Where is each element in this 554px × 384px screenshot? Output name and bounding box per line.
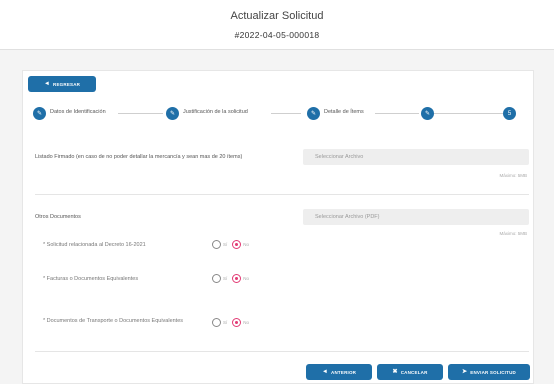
listado-file-input[interactable]: Seleccionar Archivo [303, 149, 529, 165]
question-decreto-label: * Solicitud relacionada al Decreto 16-20… [43, 242, 146, 248]
radio-no-label: No [243, 242, 250, 247]
close-icon: ✖ [392, 369, 398, 375]
submit-button[interactable]: ➤ ENVIAR SOLICITUD [448, 364, 530, 380]
previous-button-label: ANTERIOR [331, 369, 357, 375]
question-transporte-label: * Documentos de Transporte o Documentos … [43, 318, 184, 324]
radio-si[interactable] [212, 240, 221, 249]
radio-si-label: Sí [223, 320, 228, 325]
radio-si[interactable] [212, 274, 221, 283]
step-2-pencil-icon[interactable]: ✎ [166, 107, 179, 120]
send-icon: ➤ [462, 369, 468, 375]
radio-no[interactable] [232, 274, 242, 283]
radio-no-label: No [243, 276, 250, 281]
cancel-button-label: CANCELAR [400, 369, 428, 375]
section-divider [35, 194, 529, 195]
arrow-left-icon: ◄ [321, 369, 329, 375]
submit-button-label: ENVIAR SOLICITUD [470, 369, 516, 375]
arrow-left-icon: ◄ [43, 81, 51, 87]
listado-label: Listado Firmado (en caso de no poder det… [35, 154, 243, 160]
step-3-pencil-icon[interactable]: ✎ [307, 107, 320, 120]
radio-no-label: No [243, 320, 250, 325]
step-1-pencil-icon[interactable]: ✎ [33, 107, 46, 120]
stepper-connector [375, 113, 419, 114]
radio-si[interactable] [212, 318, 221, 327]
step-5-number[interactable]: 5 [503, 107, 516, 120]
form-card: ◄ REGRESAR ✎ Datos de Identificación ✎ J… [22, 70, 534, 384]
step-3-label: Detalle de Ítems [324, 109, 364, 115]
radio-si-label: Sí [223, 276, 228, 281]
question-transporte-radio-group: Sí No [212, 318, 252, 327]
question-facturas-label: * Facturas o Documentos Equivalentes [43, 276, 139, 282]
question-facturas-radio-group: Sí No [212, 274, 252, 283]
stepper-connector [271, 113, 301, 114]
otros-hint: Máximo: 5MB [499, 231, 527, 236]
cancel-button[interactable]: ✖ CANCELAR [377, 364, 443, 380]
previous-button[interactable]: ◄ ANTERIOR [306, 364, 372, 380]
stepper: ✎ Datos de Identificación ✎ Justificació… [23, 99, 535, 123]
stepper-connector [118, 113, 163, 114]
stepper-connector [433, 113, 503, 114]
step-2-label: Justificación de la solicitud [183, 109, 248, 115]
radio-no[interactable] [232, 318, 242, 327]
listado-hint: Máximo: 5MB [499, 173, 527, 178]
question-decreto-radio-group: Sí No [212, 240, 252, 249]
radio-si-label: Sí [223, 242, 228, 247]
page-header: Actualizar Solicitud #2022-04-05-000018 [0, 0, 554, 50]
back-button-label: REGRESAR [53, 81, 81, 87]
step-4-pencil-icon[interactable]: ✎ [421, 107, 434, 120]
step-1-label: Datos de Identificación [50, 109, 106, 115]
back-button[interactable]: ◄ REGRESAR [28, 76, 96, 92]
request-number: #2022-04-05-000018 [234, 30, 320, 40]
page-title: Actualizar Solicitud [230, 10, 324, 22]
otros-documentos-label: Otros Documentos [35, 214, 81, 220]
radio-no[interactable] [232, 240, 242, 249]
section-divider [35, 351, 529, 352]
otros-file-input[interactable]: Seleccionar Archivo (PDF) [303, 209, 529, 225]
